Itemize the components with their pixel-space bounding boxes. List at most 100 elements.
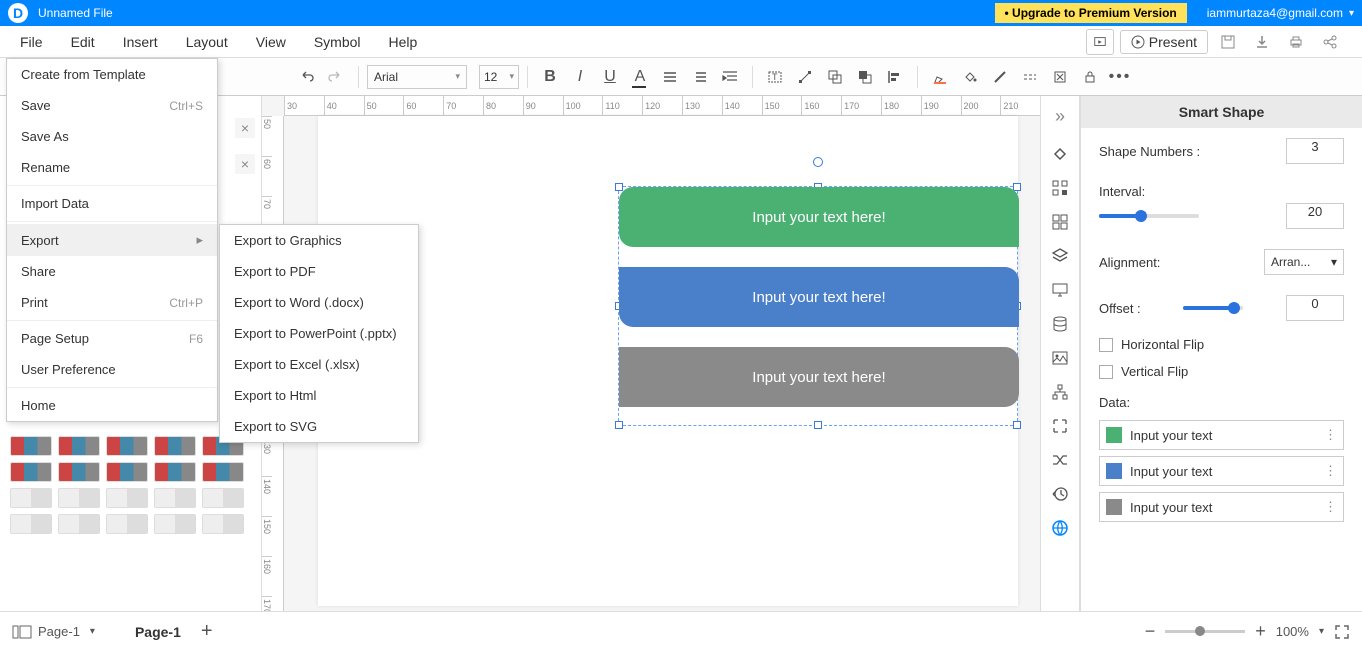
smart-shape-3[interactable]: Input your text here! xyxy=(619,347,1019,407)
connector-icon[interactable] xyxy=(791,63,819,91)
smart-shape-2[interactable]: Input your text here! xyxy=(619,267,1019,327)
qr-icon[interactable] xyxy=(1044,172,1076,204)
align-objects-icon[interactable] xyxy=(881,63,909,91)
horizontal-flip-checkbox[interactable]: Horizontal Flip xyxy=(1081,331,1362,358)
text-box-icon[interactable]: T xyxy=(761,63,789,91)
present-button[interactable]: Present xyxy=(1120,30,1208,54)
shape-thumb[interactable] xyxy=(58,488,100,508)
globe-icon[interactable] xyxy=(1044,512,1076,544)
chevron-down-icon[interactable]: ▾ xyxy=(1319,626,1324,637)
data-item[interactable]: Input your text⋮ xyxy=(1099,456,1344,486)
save-icon[interactable] xyxy=(1214,28,1242,56)
shape-thumb[interactable] xyxy=(10,488,52,508)
undo-icon[interactable] xyxy=(292,63,320,91)
print-icon[interactable] xyxy=(1282,28,1310,56)
offset-slider[interactable] xyxy=(1183,306,1243,310)
menu-help[interactable]: Help xyxy=(375,28,432,56)
file-menu-item[interactable]: PrintCtrl+P xyxy=(7,287,217,318)
layers-icon[interactable] xyxy=(1044,240,1076,272)
font-size-select[interactable]: 12▾ xyxy=(479,65,519,89)
format-painter-icon[interactable] xyxy=(1046,63,1074,91)
line-dash-icon[interactable] xyxy=(1016,63,1044,91)
lock-icon[interactable] xyxy=(1076,63,1104,91)
page-tab[interactable]: Page-1 xyxy=(135,624,181,640)
smart-shape-1[interactable]: Input your text here! xyxy=(619,187,1019,247)
image-icon[interactable] xyxy=(1044,342,1076,374)
highlight-icon[interactable] xyxy=(926,63,954,91)
add-page-button[interactable]: + xyxy=(201,620,213,643)
expand-right-icon[interactable]: » xyxy=(1044,100,1076,132)
history-icon[interactable] xyxy=(1044,478,1076,510)
monitor-icon[interactable] xyxy=(1044,274,1076,306)
fullscreen-icon[interactable] xyxy=(1334,624,1350,640)
resize-handle[interactable] xyxy=(814,421,822,429)
download-icon[interactable] xyxy=(1248,28,1276,56)
data-item[interactable]: Input your text⋮ xyxy=(1099,420,1344,450)
shape-thumb[interactable] xyxy=(154,436,196,456)
more-icon[interactable]: ⋮ xyxy=(1324,463,1337,479)
alignment-select[interactable]: Arran...▾ xyxy=(1264,249,1344,275)
resize-handle[interactable] xyxy=(1013,421,1021,429)
interval-input[interactable]: 20 xyxy=(1286,203,1344,229)
upgrade-button[interactable]: • Upgrade to Premium Version xyxy=(995,3,1187,23)
shuffle-icon[interactable] xyxy=(1044,444,1076,476)
file-menu-item[interactable]: Import Data xyxy=(7,188,217,219)
fill-icon[interactable] xyxy=(956,63,984,91)
shape-thumb[interactable] xyxy=(10,514,52,534)
menu-symbol[interactable]: Symbol xyxy=(300,28,375,56)
interval-slider[interactable] xyxy=(1099,214,1199,218)
redo-icon[interactable] xyxy=(322,63,350,91)
file-menu-item[interactable]: SaveCtrl+S xyxy=(7,90,217,121)
page-select[interactable]: Page-1 ▾ xyxy=(38,624,95,639)
file-menu-item[interactable]: Export▸ xyxy=(7,224,217,256)
presentation-mode-icon[interactable] xyxy=(1086,29,1114,55)
line-spacing-icon[interactable] xyxy=(686,63,714,91)
export-menu-item[interactable]: Export to Excel (.xlsx) xyxy=(220,349,418,380)
font-color-icon[interactable]: A xyxy=(626,63,654,91)
line-style-icon[interactable] xyxy=(986,63,1014,91)
file-menu-item[interactable]: Create from Template xyxy=(7,59,217,90)
shape-thumb[interactable] xyxy=(154,462,196,482)
resize-handle[interactable] xyxy=(615,421,623,429)
shape-thumb[interactable] xyxy=(202,514,244,534)
shape-thumb[interactable] xyxy=(106,514,148,534)
shape-union-icon[interactable] xyxy=(821,63,849,91)
pages-icon[interactable] xyxy=(12,624,32,640)
shape-thumb[interactable] xyxy=(58,436,100,456)
fill-style-icon[interactable] xyxy=(1044,138,1076,170)
close-tab-icon[interactable]: × xyxy=(235,154,255,174)
more-icon[interactable]: ••• xyxy=(1106,63,1134,91)
indent-icon[interactable] xyxy=(716,63,744,91)
selection-box[interactable]: Input your text here! Input your text he… xyxy=(618,186,1018,426)
menu-insert[interactable]: Insert xyxy=(109,28,172,56)
export-menu-item[interactable]: Export to Graphics xyxy=(220,225,418,256)
file-menu-item[interactable]: Save As xyxy=(7,121,217,152)
menu-edit[interactable]: Edit xyxy=(57,28,109,56)
export-menu-item[interactable]: Export to SVG xyxy=(220,411,418,442)
shape-thumb[interactable] xyxy=(10,462,52,482)
menu-layout[interactable]: Layout xyxy=(172,28,242,56)
share-icon[interactable] xyxy=(1316,28,1344,56)
file-menu-item[interactable]: Share xyxy=(7,256,217,287)
align-icon[interactable] xyxy=(656,63,684,91)
file-menu-item[interactable]: Page SetupF6 xyxy=(7,323,217,354)
user-menu[interactable]: iammurtaza4@gmail.com ▾ xyxy=(1207,6,1354,20)
file-menu-item[interactable]: Home xyxy=(7,390,217,421)
menu-file[interactable]: File xyxy=(6,28,57,56)
zoom-out-button[interactable]: − xyxy=(1145,621,1156,642)
export-menu-item[interactable]: Export to PowerPoint (.pptx) xyxy=(220,318,418,349)
font-select[interactable]: Arial▾ xyxy=(367,65,467,89)
data-item[interactable]: Input your text⋮ xyxy=(1099,492,1344,522)
shape-thumb[interactable] xyxy=(106,488,148,508)
more-icon[interactable]: ⋮ xyxy=(1324,499,1337,515)
fullscreen-icon[interactable] xyxy=(1044,410,1076,442)
file-menu-item[interactable]: User Preference xyxy=(7,354,217,385)
menu-view[interactable]: View xyxy=(242,28,300,56)
export-menu-item[interactable]: Export to Word (.docx) xyxy=(220,287,418,318)
shape-numbers-input[interactable]: 3 xyxy=(1286,138,1344,164)
rotate-handle[interactable] xyxy=(813,157,823,167)
database-icon[interactable] xyxy=(1044,308,1076,340)
zoom-slider[interactable] xyxy=(1165,630,1245,633)
close-tab-icon[interactable]: × xyxy=(235,118,255,138)
shape-thumb[interactable] xyxy=(202,488,244,508)
